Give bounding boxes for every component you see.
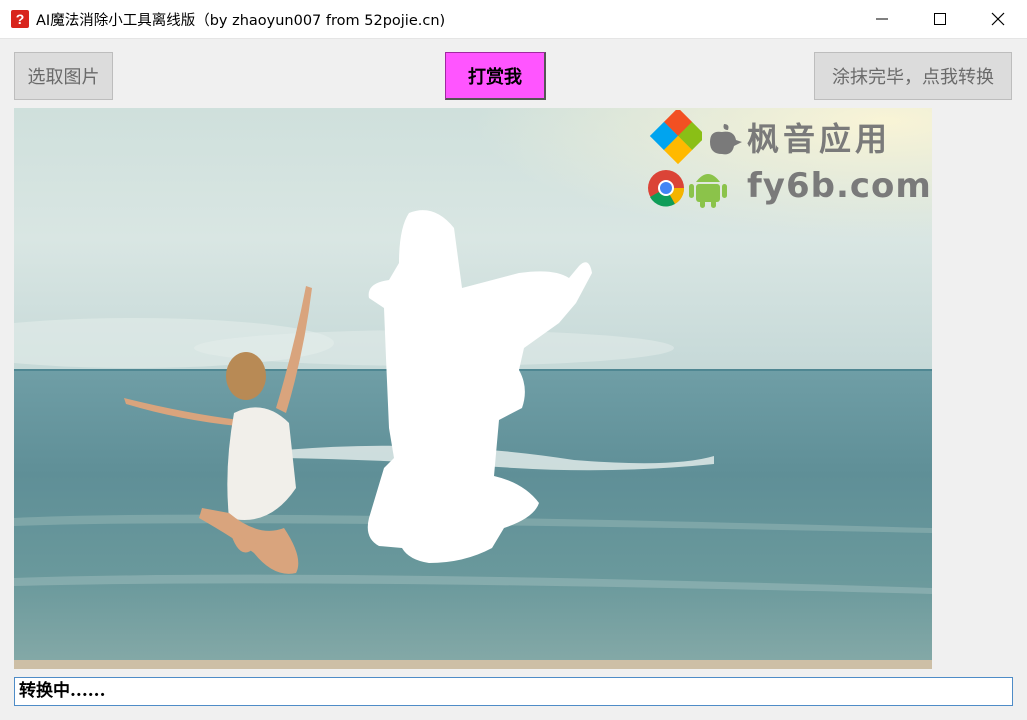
apple-logo-icon bbox=[710, 124, 742, 155]
window-title: AI魔法消除小工具离线版（by zhaoyun007 from 52pojie.… bbox=[36, 12, 446, 29]
maximize-button[interactable] bbox=[911, 0, 969, 38]
title-bar[interactable]: ? AI魔法消除小工具离线版（by zhaoyun007 from 52poji… bbox=[0, 0, 1027, 39]
chrome-icon bbox=[648, 170, 685, 207]
image-canvas[interactable]: 枫音应用 fy6b.com bbox=[14, 108, 932, 669]
minimize-icon bbox=[876, 18, 888, 20]
minimize-button[interactable] bbox=[853, 0, 911, 38]
status-field: 转换中...... bbox=[14, 677, 1013, 706]
close-icon bbox=[991, 12, 1005, 26]
question-mark-icon: ? bbox=[11, 10, 29, 28]
watermark-url: fy6b.com bbox=[747, 166, 932, 206]
watermark: 枫音应用 fy6b.com bbox=[642, 108, 932, 218]
android-icon bbox=[689, 174, 727, 208]
window-controls bbox=[853, 0, 1027, 38]
maximize-icon bbox=[934, 13, 946, 25]
pick-image-button[interactable]: 选取图片 bbox=[14, 52, 113, 100]
close-button[interactable] bbox=[969, 0, 1027, 38]
windows-logo-icon bbox=[649, 110, 702, 165]
watermark-name: 枫音应用 bbox=[747, 120, 892, 158]
reward-button[interactable]: 打赏我 bbox=[445, 52, 546, 100]
convert-button[interactable]: 涂抹完毕，点我转换 bbox=[814, 52, 1012, 100]
